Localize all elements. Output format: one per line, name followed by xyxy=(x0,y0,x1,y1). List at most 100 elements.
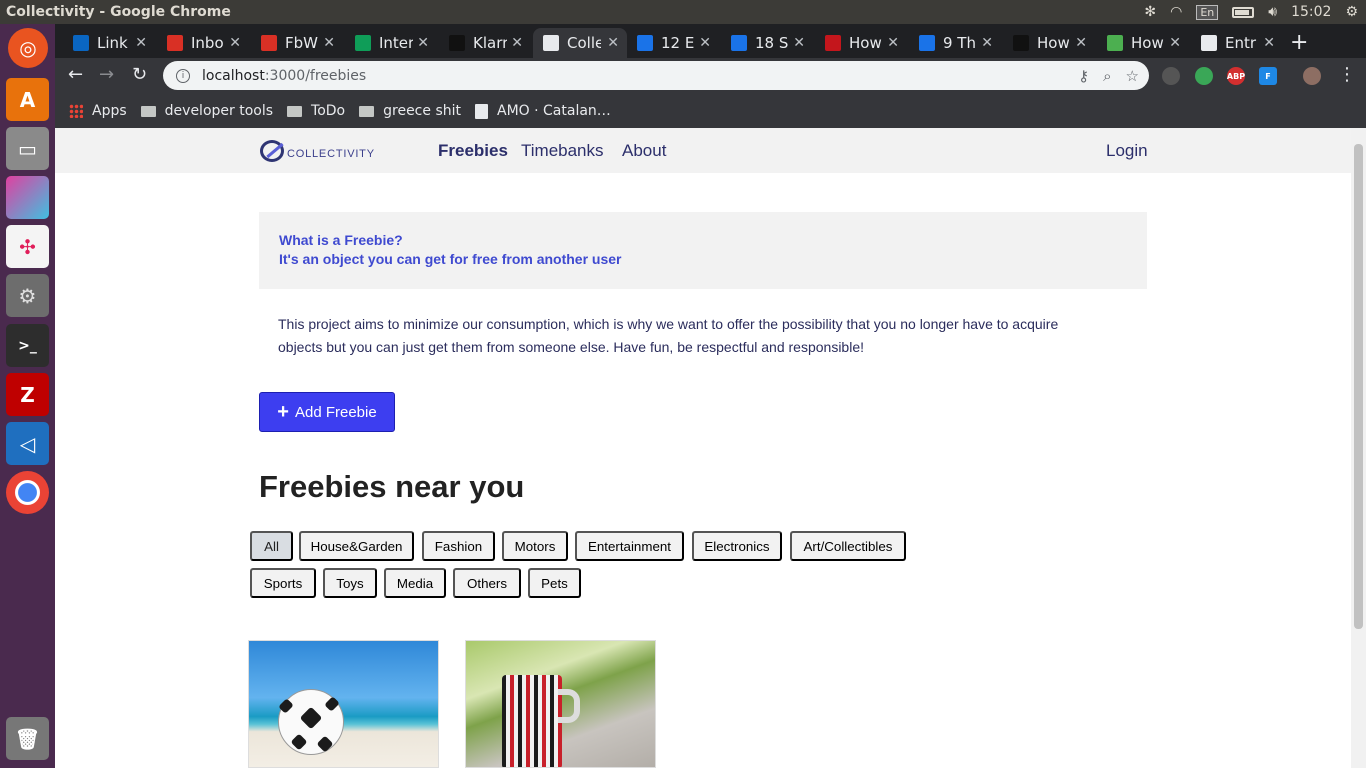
close-tab-icon[interactable]: ✕ xyxy=(607,35,619,51)
clock[interactable]: 15:02 xyxy=(1291,4,1331,20)
bookmark-item[interactable]: AMO · Catalan… xyxy=(475,103,611,119)
r-icon xyxy=(731,35,747,51)
browser-tab[interactable]: Entr ✕ xyxy=(1191,28,1283,58)
wifi-icon[interactable]: ◠ xyxy=(1170,4,1182,20)
category-chip[interactable]: Entertainment xyxy=(575,531,684,561)
browser-tab[interactable]: Inter ✕ xyxy=(345,28,437,58)
close-tab-icon[interactable]: ✕ xyxy=(793,35,805,51)
category-chip[interactable]: House&Garden xyxy=(299,531,414,561)
browser-tab[interactable]: FbW ✕ xyxy=(251,28,343,58)
category-chip[interactable]: Motors xyxy=(502,531,568,561)
volume-icon[interactable]: 🔊︎ xyxy=(1268,4,1277,20)
browser-tab[interactable]: 9 Th ✕ xyxy=(909,28,1001,58)
close-tab-icon[interactable]: ✕ xyxy=(511,35,523,51)
adblock-icon[interactable]: ABP xyxy=(1227,67,1245,85)
nav-login[interactable]: Login xyxy=(1106,141,1148,161)
system-settings-icon[interactable]: ⚙ xyxy=(6,274,49,317)
bookmark-item[interactable]: greece shit xyxy=(359,103,461,119)
nav-about[interactable]: About xyxy=(622,141,666,161)
browser-tab[interactable]: Link ✕ xyxy=(63,28,155,58)
close-tab-icon[interactable]: ✕ xyxy=(229,35,241,51)
software-center-icon[interactable]: A xyxy=(6,78,49,121)
freebie-info-box: What is a Freebie? It's an object you ca… xyxy=(259,212,1147,289)
bookmark-star-icon[interactable]: ☆ xyxy=(1126,67,1139,85)
close-tab-icon[interactable]: ✕ xyxy=(699,35,711,51)
terminal-icon[interactable]: >_ xyxy=(6,324,49,367)
filezilla-icon[interactable]: Z xyxy=(6,373,49,416)
calendar-icon xyxy=(637,35,653,51)
app-launcher: ◎ A ▭ ✣ ⚙ >_ Z ◁ 🗑︎ xyxy=(0,24,55,768)
category-chip[interactable]: Pets xyxy=(528,568,581,598)
category-chip[interactable]: Electronics xyxy=(692,531,782,561)
back-arrow-icon[interactable]: ← xyxy=(68,64,83,85)
zoom-icon[interactable]: ⌕ xyxy=(1103,67,1111,85)
category-chip[interactable]: Fashion xyxy=(422,531,495,561)
close-tab-icon[interactable]: ✕ xyxy=(323,35,335,51)
keyboard-language-indicator[interactable]: En xyxy=(1196,4,1219,20)
freebie-card[interactable] xyxy=(465,640,656,768)
collectivity-logo[interactable]: COLLECTIVITY xyxy=(260,140,375,162)
chrome-icon[interactable] xyxy=(6,471,49,514)
tab-title: Colle xyxy=(567,34,601,52)
extension-icon[interactable] xyxy=(1162,67,1180,85)
close-tab-icon[interactable]: ✕ xyxy=(135,35,147,51)
gmail-icon xyxy=(261,35,277,51)
category-chip[interactable]: Sports xyxy=(250,568,316,598)
settings-gear-icon[interactable]: ⚙ xyxy=(1345,4,1358,20)
logo-mark-icon xyxy=(260,140,284,162)
file-manager-icon[interactable]: ▭ xyxy=(6,127,49,170)
browser-tab[interactable]: How ✕ xyxy=(815,28,907,58)
folder-icon xyxy=(359,105,375,117)
site-info-icon[interactable]: i xyxy=(176,68,190,83)
app-icon[interactable] xyxy=(6,176,49,219)
close-tab-icon[interactable]: ✕ xyxy=(417,35,429,51)
info-answer: It's an object you can get for free from… xyxy=(279,251,622,267)
forward-arrow-icon[interactable]: → xyxy=(99,64,114,85)
close-tab-icon[interactable]: ✕ xyxy=(981,35,993,51)
add-freebie-button[interactable]: + Add Freebie xyxy=(259,392,395,432)
vscode-icon[interactable]: ◁ xyxy=(6,422,49,465)
close-tab-icon[interactable]: ✕ xyxy=(1075,35,1087,51)
network-indicator-icon[interactable]: ✻ xyxy=(1144,4,1156,20)
reload-icon[interactable]: ↻ xyxy=(132,64,147,85)
category-chip[interactable]: Others xyxy=(453,568,521,598)
close-tab-icon[interactable]: ✕ xyxy=(1169,35,1181,51)
category-chip[interactable]: Media xyxy=(384,568,446,598)
menu-kebab-icon[interactable]: ⋮ xyxy=(1338,64,1356,85)
close-tab-icon[interactable]: ✕ xyxy=(887,35,899,51)
new-tab-icon[interactable]: + xyxy=(1290,30,1308,55)
browser-tab[interactable]: Colle ✕ xyxy=(533,28,627,58)
nav-timebanks[interactable]: Timebanks xyxy=(521,141,604,161)
browser-tab[interactable]: 12 E ✕ xyxy=(627,28,719,58)
trash-icon[interactable]: 🗑︎ xyxy=(6,717,49,760)
category-chip[interactable]: Toys xyxy=(323,568,377,598)
category-chip[interactable]: Art/Collectibles xyxy=(790,531,906,561)
scrollbar-thumb[interactable] xyxy=(1354,144,1363,629)
address-bar[interactable]: i localhost:3000/freebies ⚷ ⌕ ☆ xyxy=(163,61,1149,90)
bookmark-item[interactable]: ToDo xyxy=(287,103,345,119)
nav-freebies[interactable]: Freebies xyxy=(438,141,508,161)
bookmark-item[interactable]: developer tools xyxy=(140,103,273,119)
category-chip[interactable]: All xyxy=(250,531,293,561)
bookmark-label: greece shit xyxy=(383,103,461,119)
extension-icon[interactable] xyxy=(1195,67,1213,85)
extension-icon[interactable]: F xyxy=(1259,67,1277,85)
folder-icon xyxy=(287,105,303,117)
page-viewport: COLLECTIVITY Freebies Timebanks About Lo… xyxy=(55,128,1366,768)
close-tab-icon[interactable]: ✕ xyxy=(1263,35,1275,51)
tab-title: How xyxy=(849,34,882,52)
slack-icon[interactable]: ✣ xyxy=(6,225,49,268)
profile-avatar[interactable] xyxy=(1303,67,1321,85)
ubuntu-dash-icon[interactable]: ◎ xyxy=(8,28,48,68)
freebie-card[interactable] xyxy=(248,640,439,768)
browser-tab[interactable]: Inbo ✕ xyxy=(157,28,249,58)
browser-tab[interactable]: 18 S ✕ xyxy=(721,28,813,58)
bookmark-item[interactable]: Apps xyxy=(69,103,127,119)
browser-tab[interactable]: How ✕ xyxy=(1003,28,1095,58)
key-icon[interactable]: ⚷ xyxy=(1078,67,1089,85)
browser-tab[interactable]: How ✕ xyxy=(1097,28,1189,58)
battery-icon[interactable] xyxy=(1232,6,1255,18)
folder-icon xyxy=(140,105,156,117)
page-scrollbar[interactable] xyxy=(1351,128,1366,768)
browser-tab[interactable]: Klarr ✕ xyxy=(439,28,531,58)
